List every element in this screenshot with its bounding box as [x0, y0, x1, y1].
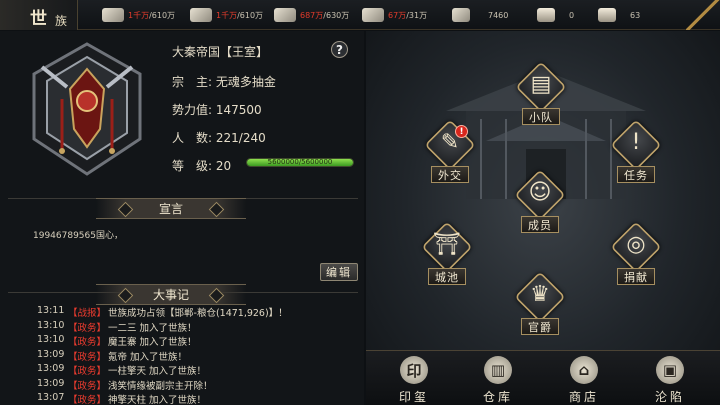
event-tag: 【政务】: [68, 337, 107, 348]
announcement-text: 19946789565国心，: [33, 231, 123, 241]
event-time: 13:09: [37, 363, 65, 374]
event-row: 13:09 【政务】 氪帝 加入了世族！: [37, 349, 357, 364]
event-tag: 【政务】: [68, 395, 107, 405]
events-header: 大事记: [96, 284, 246, 305]
event-message: 浅笑情缘被副宗主开除！: [108, 380, 213, 392]
event-tag: 【战报】: [68, 308, 107, 319]
official-hat-icon: ♛: [530, 282, 550, 307]
sword-icon: [452, 8, 470, 22]
event-message: 神擎天柱 加入了世族！: [108, 395, 207, 405]
silver-ingot-icon: [598, 8, 616, 22]
clan-exp-bar: 5600000/5600000: [246, 158, 354, 167]
event-tag: 【政务】: [68, 351, 107, 363]
shop-icon: ⌂: [570, 356, 598, 384]
grain-icon: [362, 8, 384, 22]
events-list: 13:11 【战报】 世族成功占领【邯郸-粮仓(1471,926)】！ 13:10 【政…: [37, 305, 357, 405]
clan-info-panel: 大秦帝国【王室】 ? 宗 主: 无魂多抽金 势力值: 147500 人 数: 2…: [0, 31, 364, 405]
wood-icon: [102, 8, 124, 22]
event-tag: 【政务】: [68, 322, 107, 334]
announcement-header: 宣言: [96, 198, 246, 219]
fallen-icon: ▣: [656, 356, 684, 384]
resource-gold[interactable]: 0: [537, 0, 574, 30]
clan-level-row: 等 级: 20: [172, 159, 232, 173]
city-gate-icon: ⛩: [433, 232, 461, 257]
clan-leader-row: 宗 主: 无魂多抽金: [172, 75, 276, 89]
clan-screen-title: 世 族: [0, 0, 78, 30]
clan-leader-name: 无魂多抽金: [215, 75, 276, 89]
resource-bar: 世 族 1千万 /610万 1千万 /610万 687万 /630万 67万 /…: [0, 0, 720, 30]
event-time: 13:09: [37, 377, 65, 389]
resource-iron[interactable]: 1千万 /610万: [190, 0, 263, 30]
coin-icon: ◎: [626, 232, 646, 257]
event-time: 13:10: [37, 334, 65, 345]
event-row: 13:07 【政务】 神擎天柱 加入了世族！: [37, 392, 357, 405]
resource-grain[interactable]: 67万 /31万: [362, 0, 427, 30]
cards-icon: ▤: [530, 72, 552, 97]
clan-members-row: 人 数: 221/240: [172, 131, 266, 145]
clan-emblem-icon: [32, 42, 142, 176]
gold-ingot-icon: [537, 8, 555, 22]
clan-power-value: 147500: [215, 103, 262, 117]
diplomacy-button[interactable]: ✎ ! 外交: [422, 119, 478, 187]
event-row: 13:09 【政务】 浅笑情缘被副宗主开除！: [37, 378, 357, 393]
iron-icon: [190, 8, 212, 22]
seal-icon: 印: [400, 356, 428, 384]
event-time: 13:10: [37, 319, 65, 331]
tasks-button[interactable]: ! 任务: [608, 119, 664, 187]
fallen-button[interactable]: ▣ 沦陷: [640, 351, 700, 405]
shop-button[interactable]: ⌂ 商店: [554, 351, 614, 405]
event-time: 13:11: [37, 305, 65, 316]
donate-button[interactable]: ◎ 捐献: [608, 221, 664, 289]
edit-announcement-button[interactable]: 编辑: [320, 263, 358, 281]
event-row: 13:10 【政务】 魔王寨 加入了世族！: [37, 334, 357, 349]
clan-exp-text: 5600000/5600000: [267, 158, 333, 166]
resource-sword[interactable]: 7460: [452, 0, 508, 30]
clan-level-value: 20: [215, 159, 232, 173]
ranks-button[interactable]: ♛ 官爵: [512, 271, 568, 339]
event-row: 13:09 【政务】 一柱擎天 加入了世族！: [37, 363, 357, 378]
people-icon: ☺: [528, 180, 552, 205]
members-button[interactable]: ☺ 成员: [512, 169, 568, 237]
resource-wood[interactable]: 1千万 /610万: [102, 0, 175, 30]
stone-icon: [274, 8, 296, 22]
event-row: 13:11 【战报】 世族成功占领【邯郸-粮仓(1471,926)】！: [37, 305, 357, 320]
seal-button[interactable]: 印 印玺: [384, 351, 444, 405]
event-message: 世族成功占领【邯郸-粮仓(1471,926)】！: [108, 308, 288, 319]
event-message: 一二三 加入了世族！: [108, 322, 197, 334]
title-main: 世: [30, 9, 47, 29]
event-message: 魔王寨 加入了世族！: [108, 337, 197, 348]
resource-stone[interactable]: 687万 /630万: [274, 0, 349, 30]
scroll-icon: ✎: [440, 130, 460, 155]
event-message: 一柱擎天 加入了世族！: [108, 366, 207, 377]
task-scroll-icon: !: [631, 130, 641, 155]
clan-members-value: 221/240: [215, 131, 266, 145]
event-row: 13:10 【政务】 一二三 加入了世族！: [37, 320, 357, 335]
event-time: 13:07: [37, 392, 65, 403]
resource-silver[interactable]: 63: [598, 0, 640, 30]
help-icon[interactable]: ?: [331, 41, 348, 58]
warehouse-button[interactable]: ▥ 仓库: [468, 351, 528, 405]
squad-button[interactable]: ▤ 小队: [513, 61, 569, 129]
alert-badge: !: [455, 125, 468, 138]
bottom-nav: 印 印玺 ▥ 仓库 ⌂ 商店 ▣ 沦陷: [366, 350, 720, 405]
event-tag: 【政务】: [68, 366, 107, 377]
event-message: 氪帝 加入了世族！: [108, 351, 188, 363]
title-sub: 族: [55, 14, 68, 28]
clan-map-panel: ▤ 小队 ✎ ! 外交 ! 任务 ☺ 成员 ⛩ 城池 ◎ 捐献 ♛ 官爵: [366, 31, 720, 405]
warehouse-icon: ▥: [484, 356, 512, 384]
event-time: 13:09: [37, 348, 65, 360]
event-tag: 【政务】: [68, 380, 107, 392]
cities-button[interactable]: ⛩ 城池: [419, 221, 475, 289]
corner-ornament: [686, 0, 720, 30]
clan-name: 大秦帝国【王室】: [172, 45, 269, 59]
clan-power-row: 势力值: 147500: [172, 103, 262, 117]
